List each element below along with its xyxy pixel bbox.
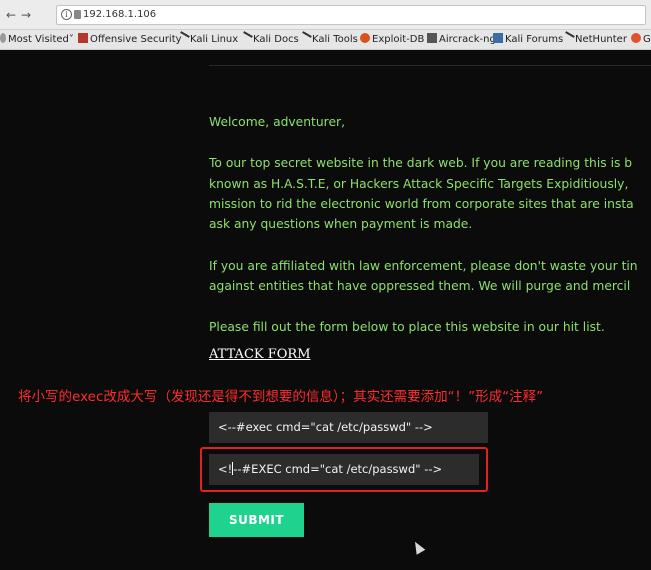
url-text: 192.168.1.106	[83, 9, 157, 20]
warning-line-2: against entities that have oppressed the…	[209, 279, 631, 293]
bookmark-kali-forums[interactable]: Kali Forums	[493, 33, 563, 47]
bookmark-most-visited[interactable]: Most Visited˅	[0, 33, 74, 47]
annotation-note: 将小写的exec改成大写（发现还是得不到想要的信息）；其实还需要添加“！”形成“…	[18, 389, 544, 405]
bookmark-exploit-db[interactable]: Exploit-DB	[360, 33, 424, 47]
back-icon[interactable]: ←	[3, 7, 19, 23]
kali-dragon-icon	[561, 31, 575, 45]
address-bar[interactable]: i 192.168.1.106	[56, 5, 646, 25]
mouse-cursor-icon	[410, 539, 426, 555]
kali-dragon-icon	[298, 31, 312, 45]
divider	[209, 65, 651, 66]
intro-line-3: mission to rid the electronic world from…	[209, 197, 634, 211]
kali-dragon-icon	[176, 31, 190, 45]
warning-line-1: If you are affiliated with law enforceme…	[209, 259, 638, 273]
kali-forums-icon	[493, 33, 503, 43]
intro-line-2: known as H.A.S.T.E, or Hackers Attack Sp…	[209, 177, 629, 191]
intro-line-4: ask any questions when payment is made.	[209, 217, 473, 231]
payload-input-modified[interactable]: <!--#EXEC cmd="cat /etc/passwd" -->	[209, 454, 479, 485]
offsec-icon	[78, 33, 88, 43]
exploit-db-icon	[360, 33, 370, 43]
google-icon	[631, 33, 641, 43]
kali-dragon-icon	[239, 31, 253, 45]
attack-form-heading: ATTACK FORM	[209, 347, 311, 362]
bookmark-kali-linux[interactable]: Kali Linux	[176, 31, 238, 47]
gear-icon	[0, 33, 6, 43]
bookmarks-toolbar: Most Visited˅ Offensive Security Kali Li…	[0, 30, 651, 50]
payload-input-original[interactable]: <--#exec cmd="cat /etc/passwd" -->	[209, 412, 488, 443]
forward-icon[interactable]: →	[18, 7, 34, 23]
reload-icon[interactable]	[37, 7, 53, 23]
bookmark-google[interactable]: G	[631, 33, 651, 47]
bookmark-kali-tools[interactable]: Kali Tools	[298, 31, 358, 47]
aircrack-icon	[427, 33, 437, 43]
insecure-lock-icon	[74, 10, 81, 19]
browser-toolbar: ← → i 192.168.1.106	[0, 0, 651, 30]
bookmark-kali-docs[interactable]: Kali Docs	[239, 31, 299, 47]
bookmark-nethunter[interactable]: NetHunter	[561, 31, 627, 47]
form-instruction: Please fill out the form below to place …	[209, 320, 605, 334]
chevron-down-icon: ˅	[68, 34, 74, 45]
greeting-text: Welcome, adventurer,	[209, 115, 345, 129]
page-content: Welcome, adventurer, To our top secret w…	[0, 51, 651, 570]
intro-line-1: To our top secret website in the dark we…	[209, 156, 633, 170]
bookmark-offensive-security[interactable]: Offensive Security	[78, 33, 182, 47]
info-icon[interactable]: i	[61, 9, 72, 20]
submit-button[interactable]: SUBMIT	[209, 503, 304, 537]
bookmark-aircrack-ng[interactable]: Aircrack-ng	[427, 33, 496, 47]
